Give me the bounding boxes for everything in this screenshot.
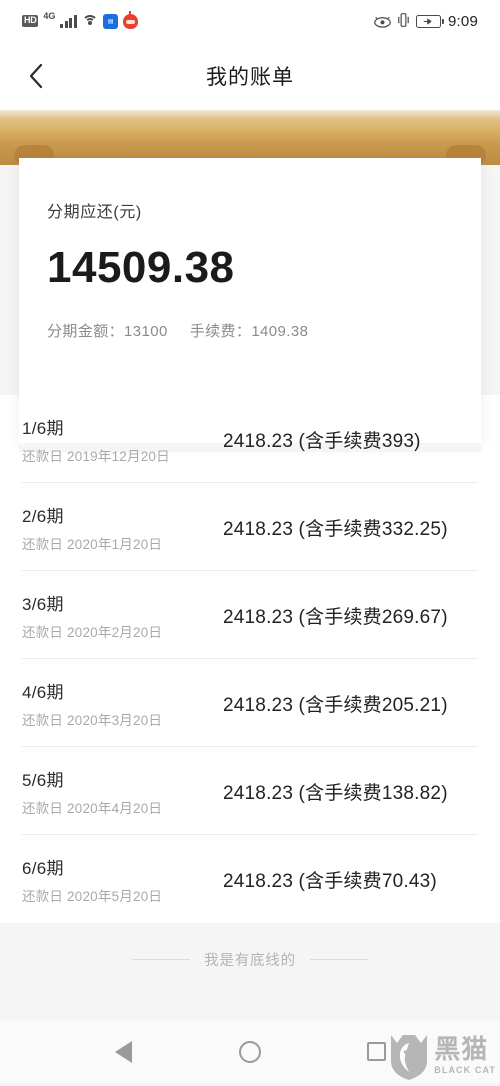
status-bar-left-icons: HD 4G ▤ bbox=[22, 10, 138, 29]
installment-amount: 2418.23 (含手续费70.43) bbox=[223, 870, 437, 892]
app-header: 我的账单 bbox=[0, 42, 500, 110]
installment-term-block: 5/6期 还款日 2020年4月20日 bbox=[22, 766, 217, 817]
installment-term-block: 3/6期 还款日 2020年2月20日 bbox=[22, 590, 217, 641]
installment-fee: 手续费：1409.38 bbox=[189, 323, 309, 340]
watermark: 黑猫 BLACK CAT bbox=[389, 1031, 496, 1081]
wifi-icon bbox=[81, 14, 98, 28]
table-row[interactable]: 4/6期 还款日 2020年3月20日 2418.23 (含手续费205.21) bbox=[0, 659, 500, 747]
chevron-left-icon bbox=[29, 63, 43, 89]
summary-card-label: 分期应还(元) bbox=[47, 204, 142, 221]
installment-due-date: 还款日 2019年12月20日 bbox=[22, 448, 170, 464]
battery-charging-icon bbox=[416, 14, 444, 28]
installment-amount: 2418.23 (含手续费332.25) bbox=[223, 518, 448, 540]
table-row[interactable]: 2/6期 还款日 2020年1月20日 2418.23 (含手续费332.25) bbox=[0, 483, 500, 571]
installment-due-date: 还款日 2020年5月20日 bbox=[22, 888, 163, 904]
watermark-cn: 黑猫 bbox=[434, 1034, 489, 1065]
installment-amount: 2418.23 (含手续费269.67) bbox=[223, 606, 448, 628]
installment-term: 6/6期 bbox=[22, 858, 64, 878]
eye-care-icon bbox=[374, 15, 391, 28]
status-bar-right-icons: 9:09 bbox=[374, 13, 478, 30]
app-badge-icon: ▤ bbox=[102, 13, 118, 29]
installment-amount: 2418.23 (含手续费393) bbox=[223, 430, 421, 452]
watermark-en: BLACK CAT bbox=[434, 1064, 496, 1075]
triangle-back-icon bbox=[114, 1040, 132, 1063]
installment-due-date: 还款日 2020年1月20日 bbox=[22, 536, 163, 552]
table-row[interactable]: 5/6期 还款日 2020年4月20日 2418.23 (含手续费138.82) bbox=[0, 747, 500, 835]
divider-right bbox=[309, 958, 368, 960]
installment-term-block: 4/6期 还款日 2020年3月20日 bbox=[22, 678, 217, 729]
list-end-footer: 我是有底线的 bbox=[0, 923, 500, 995]
installment-term: 1/6期 bbox=[22, 418, 64, 438]
page-title: 我的账单 bbox=[206, 66, 294, 89]
clock-time: 9:09 bbox=[448, 12, 478, 30]
summary-card-details: 分期金额：13100 手续费：1409.38 bbox=[47, 320, 453, 341]
installment-due-date: 还款日 2020年2月20日 bbox=[22, 624, 163, 640]
signal-bars-icon bbox=[60, 14, 77, 28]
installment-due-date: 还款日 2020年3月20日 bbox=[22, 712, 163, 728]
installment-principal: 分期金额：13100 bbox=[47, 323, 168, 340]
watermark-text: 黑猫 BLACK CAT bbox=[434, 1034, 496, 1075]
installment-term: 3/6期 bbox=[22, 594, 64, 614]
list-end-text: 我是有底线的 bbox=[204, 952, 296, 969]
phone-screen: HD 4G ▤ 9:09 我的账单 分期应还(元) 14509.38 分期金额：… bbox=[0, 0, 500, 1083]
circle-home-icon bbox=[238, 1040, 261, 1063]
table-row[interactable]: 6/6期 还款日 2020年5月20日 2418.23 (含手续费70.43) bbox=[0, 835, 500, 923]
square-recents-icon bbox=[367, 1042, 387, 1061]
installment-term: 5/6期 bbox=[22, 770, 64, 790]
installment-amount: 2418.23 (含手续费205.21) bbox=[223, 694, 448, 716]
installment-due-date: 还款日 2020年4月20日 bbox=[22, 800, 163, 816]
installment-list: 1/6期 还款日 2019年12月20日 2418.23 (含手续费393) 2… bbox=[0, 395, 500, 923]
status-bar: HD 4G ▤ 9:09 bbox=[0, 0, 500, 42]
table-row[interactable]: 1/6期 还款日 2019年12月20日 2418.23 (含手续费393) bbox=[0, 395, 500, 483]
installment-term: 4/6期 bbox=[22, 682, 64, 702]
installment-term-block: 1/6期 还款日 2019年12月20日 bbox=[22, 414, 217, 465]
android-back-button[interactable] bbox=[97, 1026, 149, 1078]
installment-amount: 2418.23 (含手续费138.82) bbox=[223, 782, 448, 804]
back-button[interactable] bbox=[14, 54, 58, 98]
app-badge-red-icon bbox=[122, 10, 138, 29]
black-cat-shield-icon bbox=[389, 1031, 429, 1081]
summary-card-amount: 14509.38 bbox=[47, 243, 235, 292]
installment-term-block: 2/6期 还款日 2020年1月20日 bbox=[22, 502, 217, 553]
summary-hero: 分期应还(元) 14509.38 分期金额：13100 手续费：1409.38 bbox=[0, 110, 500, 452]
installment-term: 2/6期 bbox=[22, 506, 64, 526]
table-row[interactable]: 3/6期 还款日 2020年2月20日 2418.23 (含手续费269.67) bbox=[0, 571, 500, 659]
installment-term-block: 6/6期 还款日 2020年5月20日 bbox=[22, 854, 217, 905]
gold-band bbox=[0, 110, 500, 165]
android-home-button[interactable] bbox=[224, 1026, 276, 1078]
hd-icon: HD bbox=[22, 15, 39, 27]
divider-left bbox=[132, 958, 191, 960]
vibrate-icon bbox=[398, 13, 409, 29]
network-4g-icon: 4G bbox=[43, 11, 56, 21]
